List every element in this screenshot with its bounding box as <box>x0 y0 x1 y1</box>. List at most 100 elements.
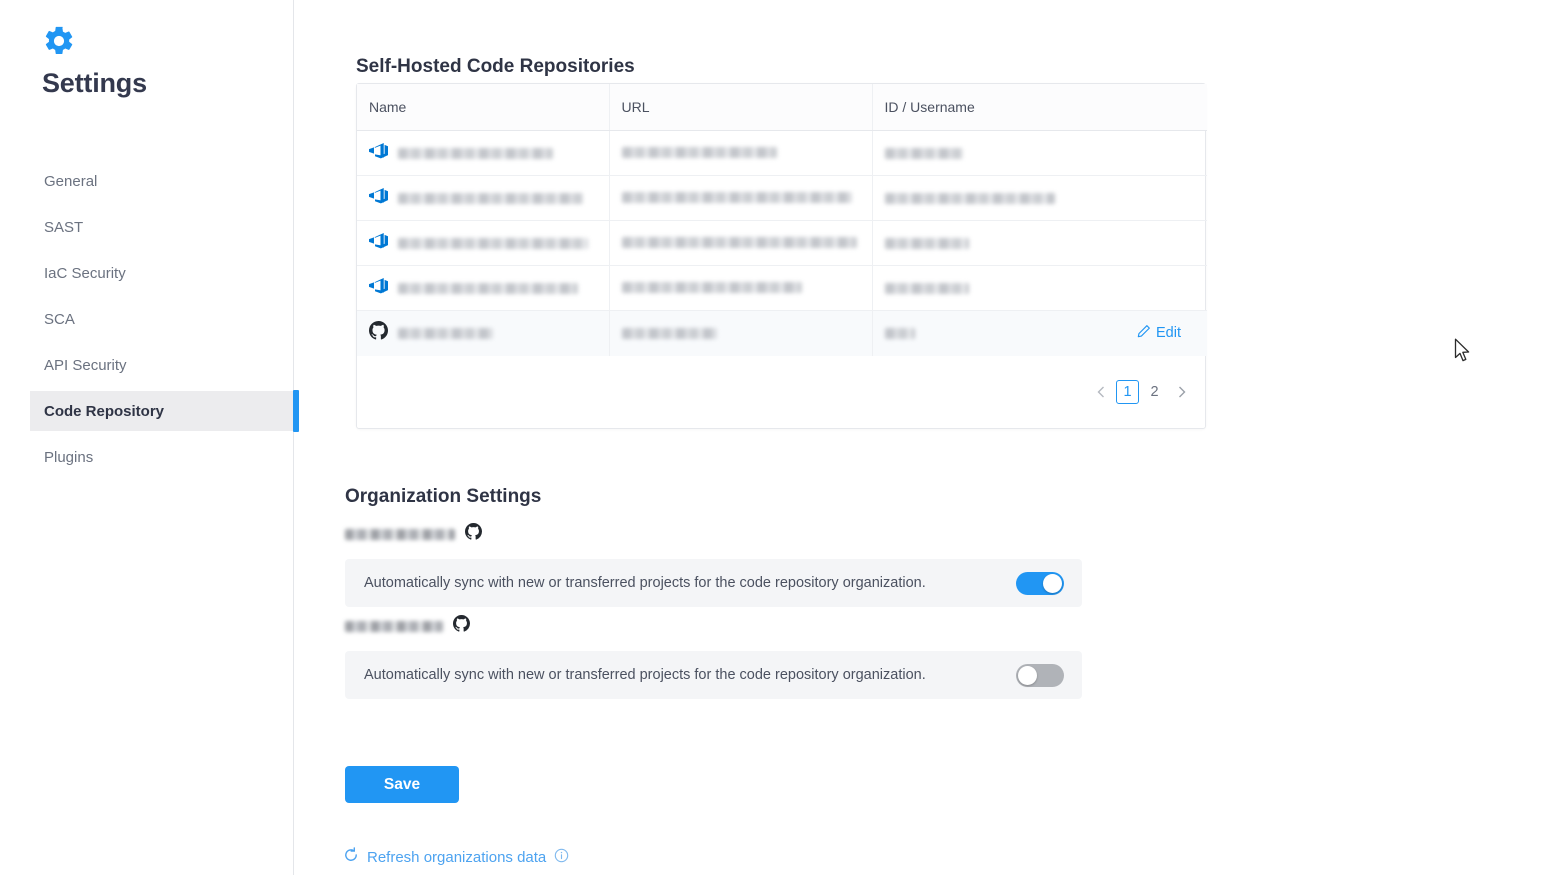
cell-id-username <box>872 175 1207 221</box>
edit-repository-button[interactable]: Edit <box>1137 324 1207 342</box>
table-body: Edit <box>357 130 1207 356</box>
chevron-left-icon[interactable] <box>1089 380 1112 404</box>
repositories-heading: Self-Hosted Code Repositories <box>356 55 635 77</box>
azure-devops-icon <box>369 186 388 210</box>
cell-name <box>357 220 610 266</box>
sidebar-item-iac-security[interactable]: IaC Security <box>0 253 293 293</box>
table-row[interactable]: Edit <box>357 310 1207 356</box>
sidebar-item-plugins[interactable]: Plugins <box>0 437 293 477</box>
cell-url <box>609 130 873 176</box>
sidebar-item-api-security[interactable]: API Security <box>0 345 293 385</box>
sidebar-brand: Settings <box>0 0 293 99</box>
cell-id-username <box>872 265 1207 311</box>
refresh-organizations-link[interactable]: Refresh organizations data <box>343 847 569 867</box>
github-icon <box>453 615 470 637</box>
gear-icon <box>42 24 76 58</box>
toggle-knob <box>1018 665 1037 685</box>
sidebar-item-sca[interactable]: SCA <box>0 299 293 339</box>
organization-sync-panel: Automatically sync with new or transferr… <box>345 559 1082 607</box>
table-header: Name URL ID / Username <box>357 84 1207 131</box>
repositories-table-card: Name URL ID / Username Edit 1 2 <box>356 83 1207 429</box>
repository-name <box>398 237 588 249</box>
organization-block: Automatically sync with new or transferr… <box>345 523 1082 607</box>
repository-name <box>398 327 493 339</box>
sidebar-item-label: SCA <box>44 310 75 328</box>
azure-devops-icon <box>369 141 388 165</box>
organization-name <box>345 620 443 632</box>
azure-devops-icon <box>369 276 388 300</box>
organization-block: Automatically sync with new or transferr… <box>345 615 1082 699</box>
cell-name <box>357 130 610 176</box>
main-content: Self-Hosted Code Repositories Name URL I… <box>294 0 1550 875</box>
repository-url <box>621 147 777 159</box>
repository-url <box>621 192 852 204</box>
organization-name <box>345 528 455 540</box>
mouse-cursor <box>1454 338 1473 369</box>
repository-id-username <box>884 147 963 159</box>
cell-url <box>609 175 873 221</box>
sidebar-item-label: Plugins <box>44 448 94 466</box>
pencil-icon <box>1137 324 1151 342</box>
repository-url <box>621 327 717 339</box>
cell-id-username: Edit <box>872 310 1207 356</box>
page-title: Settings <box>42 68 147 98</box>
sidebar-item-label: API Security <box>44 356 127 374</box>
cell-name <box>357 265 610 311</box>
sidebar-nav: General SAST IaC Security SCA API Securi… <box>0 161 299 477</box>
table-row[interactable] <box>357 130 1207 176</box>
cell-url <box>609 310 873 356</box>
github-icon <box>369 321 388 345</box>
organization-label-row <box>345 523 1082 545</box>
sidebar-item-label: IaC Security <box>44 264 126 282</box>
azure-devops-icon <box>369 231 388 255</box>
info-circle-icon[interactable] <box>554 848 569 867</box>
save-button[interactable]: Save <box>345 766 459 803</box>
cell-id-username <box>872 130 1207 176</box>
pagination-page-2[interactable]: 2 <box>1143 380 1166 404</box>
column-header-name: Name <box>357 84 610 131</box>
chevron-right-icon[interactable] <box>1170 380 1193 404</box>
organization-sync-toggle[interactable] <box>1016 663 1064 687</box>
sidebar-item-label: SAST <box>44 218 84 236</box>
settings-page: Settings General SAST IaC Security SCA A… <box>0 0 1550 875</box>
column-header-url: URL <box>609 84 873 131</box>
organization-sync-toggle[interactable] <box>1016 571 1064 595</box>
repository-id-username <box>884 237 969 249</box>
edit-label: Edit <box>1156 325 1181 342</box>
repositories-table: Name URL ID / Username Edit <box>357 84 1207 356</box>
repository-name <box>398 282 578 294</box>
repository-id-username <box>884 327 915 339</box>
table-row[interactable] <box>357 220 1207 266</box>
column-header-id-username: ID / Username <box>872 84 1207 131</box>
table-row[interactable] <box>357 175 1207 221</box>
github-icon <box>465 523 482 545</box>
pagination: 1 2 <box>1089 379 1193 404</box>
sidebar-item-sast[interactable]: SAST <box>0 207 293 247</box>
organization-sync-panel: Automatically sync with new or transferr… <box>345 651 1082 699</box>
repository-name <box>398 192 583 204</box>
sidebar-item-code-repository[interactable]: Code Repository <box>30 390 299 432</box>
table-row[interactable] <box>357 265 1207 311</box>
sidebar-item-label: Code Repository <box>44 402 165 420</box>
pagination-page-1[interactable]: 1 <box>1116 379 1139 404</box>
refresh-organizations-label: Refresh organizations data <box>367 848 547 866</box>
repository-url <box>621 282 802 294</box>
toggle-knob <box>1043 573 1062 593</box>
repository-url <box>621 237 857 249</box>
pagination-row: 1 2 <box>357 356 1205 428</box>
sidebar-item-general[interactable]: General <box>0 161 293 201</box>
repository-id-username <box>884 192 1055 204</box>
sidebar: Settings General SAST IaC Security SCA A… <box>0 0 299 875</box>
refresh-icon <box>343 847 359 867</box>
sidebar-item-label: General <box>44 172 98 190</box>
repository-name <box>398 147 553 159</box>
cell-name <box>357 175 610 221</box>
cell-url <box>609 265 873 311</box>
organization-sync-label: Automatically sync with new or transferr… <box>364 667 926 683</box>
cell-name <box>357 310 610 356</box>
organization-heading: Organization Settings <box>345 485 542 507</box>
organization-label-row <box>345 615 1082 637</box>
repository-id-username <box>884 282 969 294</box>
cell-url <box>609 220 873 266</box>
cell-id-username <box>872 220 1207 266</box>
